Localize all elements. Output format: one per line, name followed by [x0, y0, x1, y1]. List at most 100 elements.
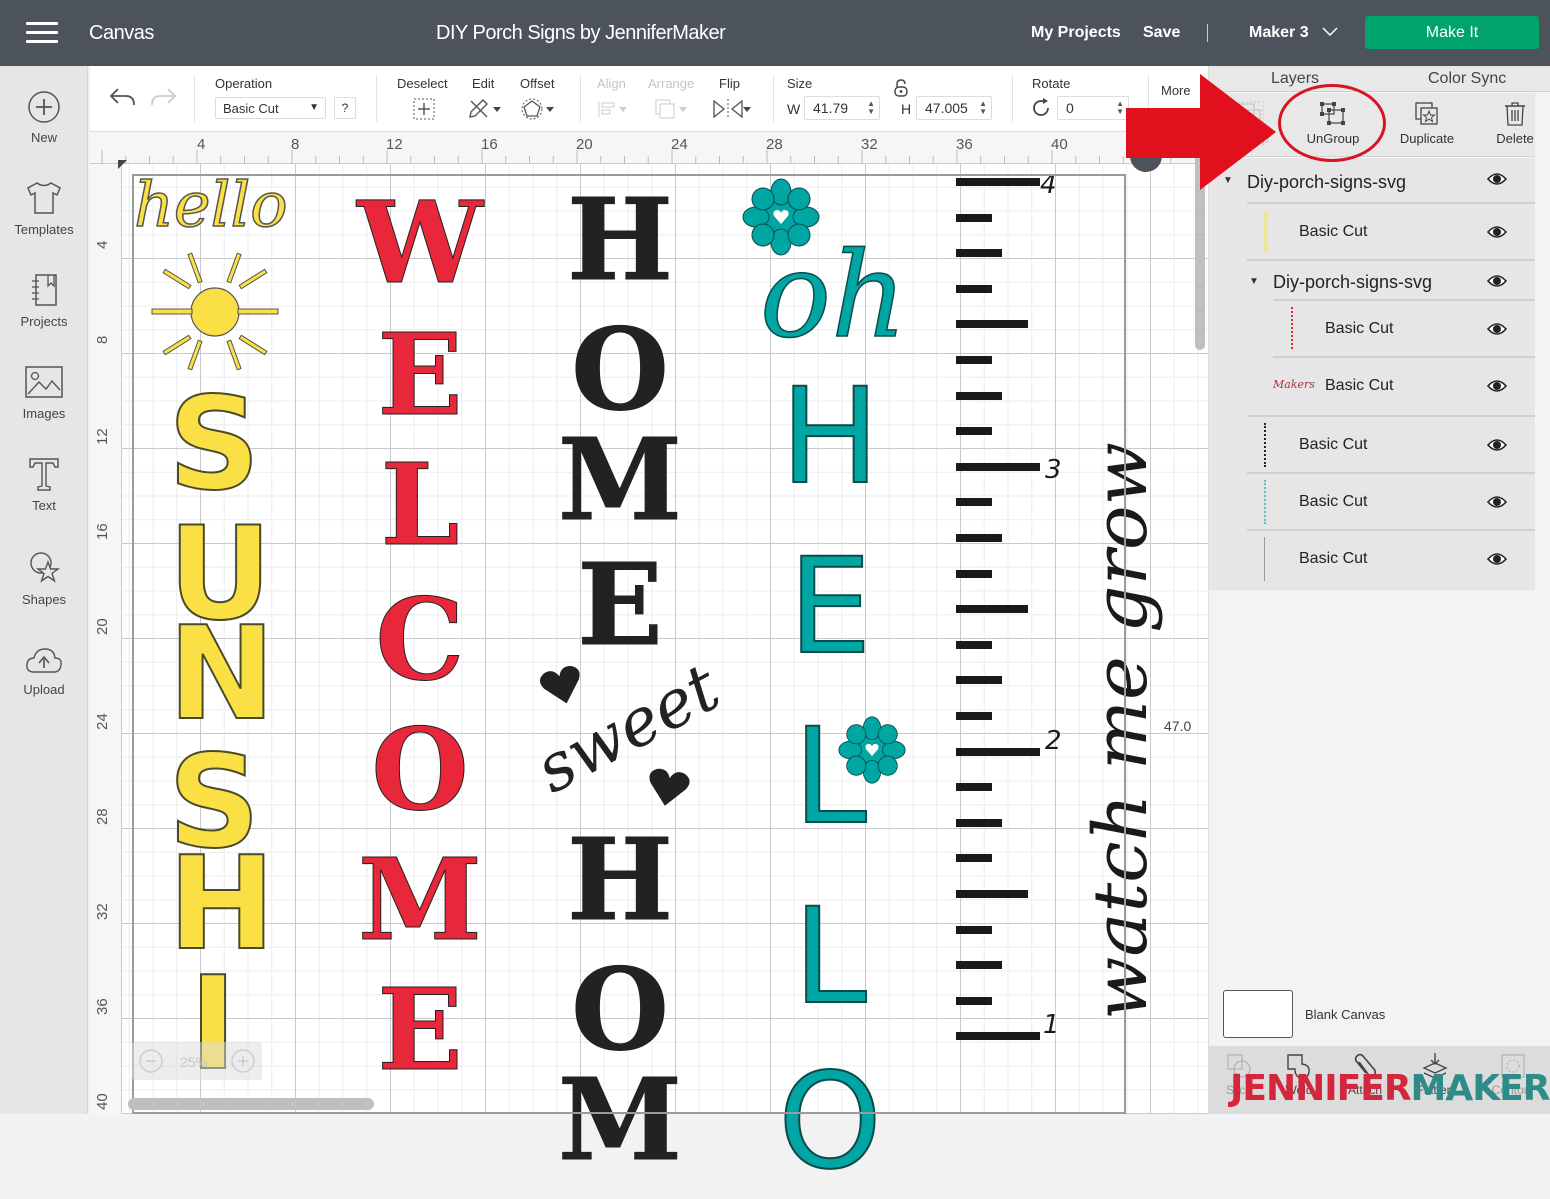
spinner-icon[interactable]: ▲ ▼	[1116, 100, 1124, 116]
layer-row[interactable]: Basic Cut	[1209, 204, 1535, 261]
sidebar-item-projects[interactable]: Projects	[0, 272, 88, 329]
visibility-eye-icon[interactable]	[1486, 274, 1508, 293]
sign-letter[interactable]: E	[550, 540, 690, 672]
layer-row[interactable]: Basic Cut	[1209, 417, 1535, 474]
width-input[interactable]: 41.79 ▲ ▼	[804, 96, 880, 120]
undo-icon[interactable]	[108, 86, 136, 108]
save-link[interactable]: Save	[1143, 24, 1180, 42]
sign-letter[interactable]: E	[350, 965, 490, 1097]
blank-canvas-swatch[interactable]	[1223, 990, 1293, 1038]
growth-chart-tick	[956, 783, 992, 792]
spinner-icon[interactable]: ▲ ▼	[979, 100, 987, 116]
lock-open-icon[interactable]	[892, 79, 910, 97]
growth-chart-tick	[956, 890, 1028, 898]
zoom-in-icon[interactable]	[230, 1048, 256, 1074]
sun-icon[interactable]	[150, 250, 280, 374]
operation-select[interactable]: Basic Cut ▼	[215, 97, 326, 119]
sign-letter[interactable]: O	[350, 705, 490, 837]
visibility-eye-icon[interactable]	[1486, 552, 1508, 571]
layer-group-row[interactable]: ▼ Diy-porch-signs-svg	[1209, 158, 1535, 204]
more-button[interactable]: More	[1161, 83, 1191, 98]
offset-icon[interactable]	[520, 97, 556, 121]
sign-letter[interactable]: O	[775, 1044, 885, 1199]
watch-me-grow-script[interactable]: watch me grow	[1078, 442, 1164, 1020]
vertical-scrollbar[interactable]	[1195, 140, 1205, 350]
edit-pencil-icon[interactable]	[467, 97, 503, 121]
my-projects-link[interactable]: My Projects	[1031, 24, 1121, 42]
sign-letter[interactable]: E	[775, 529, 885, 685]
sidebar-item-shapes[interactable]: Shapes	[0, 550, 88, 607]
hamburger-menu-icon[interactable]	[26, 22, 58, 44]
arrange-label: Arrange	[648, 76, 695, 91]
divider	[1012, 76, 1013, 122]
flip-icon[interactable]	[712, 97, 752, 121]
weld-button[interactable]: Weld	[1269, 1052, 1329, 1097]
hello-script-text[interactable]: hello	[133, 167, 288, 242]
oh-script-text[interactable]: oh	[759, 225, 908, 365]
group-button[interactable]: Group	[1211, 93, 1291, 157]
growth-chart-tick	[956, 320, 1028, 329]
heart-icon[interactable]	[538, 664, 586, 708]
make-it-button[interactable]: Make It	[1365, 16, 1539, 49]
sign-letter[interactable]: H	[775, 359, 885, 515]
visibility-eye-icon[interactable]	[1486, 495, 1508, 514]
layer-row[interactable]: Basic Cut	[1209, 531, 1535, 588]
redo-icon[interactable]	[150, 86, 178, 108]
ruler-tick-label: 8	[94, 335, 111, 344]
sign-letter[interactable]: N	[167, 599, 276, 750]
sidebar-item-new[interactable]: New	[0, 90, 88, 145]
rotate-input[interactable]: 0 ▲ ▼	[1057, 96, 1129, 120]
layer-row[interactable]: Basic Cut	[1209, 474, 1535, 531]
sign-letter[interactable]: H	[550, 815, 690, 947]
slice-button[interactable]: Slice	[1209, 1052, 1269, 1097]
heart-icon[interactable]	[644, 766, 692, 812]
attach-button[interactable]: Attach	[1335, 1052, 1395, 1097]
sign-letter[interactable]: L	[775, 879, 885, 1035]
tool-label: Delete	[1496, 131, 1534, 146]
sidebar-item-text[interactable]: Text	[0, 456, 88, 513]
visibility-eye-icon[interactable]	[1486, 322, 1508, 341]
collapse-caret-icon[interactable]: ▼	[1249, 276, 1259, 287]
sign-letter[interactable]: M	[350, 835, 490, 967]
duplicate-button[interactable]: Duplicate	[1387, 93, 1467, 157]
sidebar-item-images[interactable]: Images	[0, 364, 88, 421]
flatten-button[interactable]: Flatten	[1405, 1052, 1465, 1097]
height-input[interactable]: 47.005 ▲ ▼	[916, 96, 992, 120]
sidebar-item-upload[interactable]: Upload	[0, 644, 88, 697]
visibility-eye-icon[interactable]	[1486, 172, 1508, 191]
operation-help-button[interactable]: ?	[334, 97, 356, 119]
sign-letter[interactable]: S	[167, 369, 261, 520]
sign-letter[interactable]: M	[550, 1055, 690, 1187]
layer-row[interactable]: Makers Basic Cut	[1209, 358, 1535, 417]
deselect-icon[interactable]	[412, 97, 436, 121]
sign-letter[interactable]: M	[550, 415, 690, 547]
layer-name: Basic Cut	[1325, 320, 1394, 337]
ungroup-button[interactable]: UnGroup	[1293, 93, 1373, 157]
zoom-out-icon[interactable]	[138, 1048, 164, 1074]
layer-group-row[interactable]: ▼ Diy-porch-signs-svg	[1209, 261, 1535, 301]
visibility-eye-icon[interactable]	[1486, 438, 1508, 457]
ruler-tick-label: 12	[94, 428, 111, 445]
paperclip-icon	[1354, 1053, 1377, 1078]
contour-button[interactable]: Contour	[1483, 1052, 1543, 1097]
spinner-icon[interactable]: ▲ ▼	[867, 100, 875, 116]
edit-label: Edit	[472, 76, 495, 91]
sign-letter[interactable]: E	[350, 310, 490, 442]
sign-letter[interactable]: L	[350, 440, 490, 572]
sign-letter[interactable]: W	[350, 178, 490, 310]
blank-canvas-label: Blank Canvas	[1305, 1007, 1386, 1022]
collapse-caret-icon[interactable]: ▼	[1223, 175, 1233, 186]
visibility-eye-icon[interactable]	[1486, 379, 1508, 398]
layer-row[interactable]: Basic Cut	[1209, 301, 1535, 358]
sign-letter[interactable]: H	[550, 175, 690, 307]
flower-icon[interactable]	[838, 716, 906, 784]
visibility-eye-icon[interactable]	[1486, 225, 1508, 244]
chevron-down-icon[interactable]	[1322, 24, 1338, 40]
sidebar-item-templates[interactable]: Templates	[0, 180, 88, 237]
tab-color-sync[interactable]: Color Sync	[1428, 70, 1506, 88]
horizontal-scrollbar[interactable]	[128, 1098, 374, 1110]
delete-button[interactable]: Delete	[1475, 93, 1550, 157]
tab-layers[interactable]: Layers	[1271, 70, 1319, 88]
sign-letter[interactable]: C	[350, 575, 490, 707]
machine-selector[interactable]: Maker 3	[1249, 24, 1309, 42]
